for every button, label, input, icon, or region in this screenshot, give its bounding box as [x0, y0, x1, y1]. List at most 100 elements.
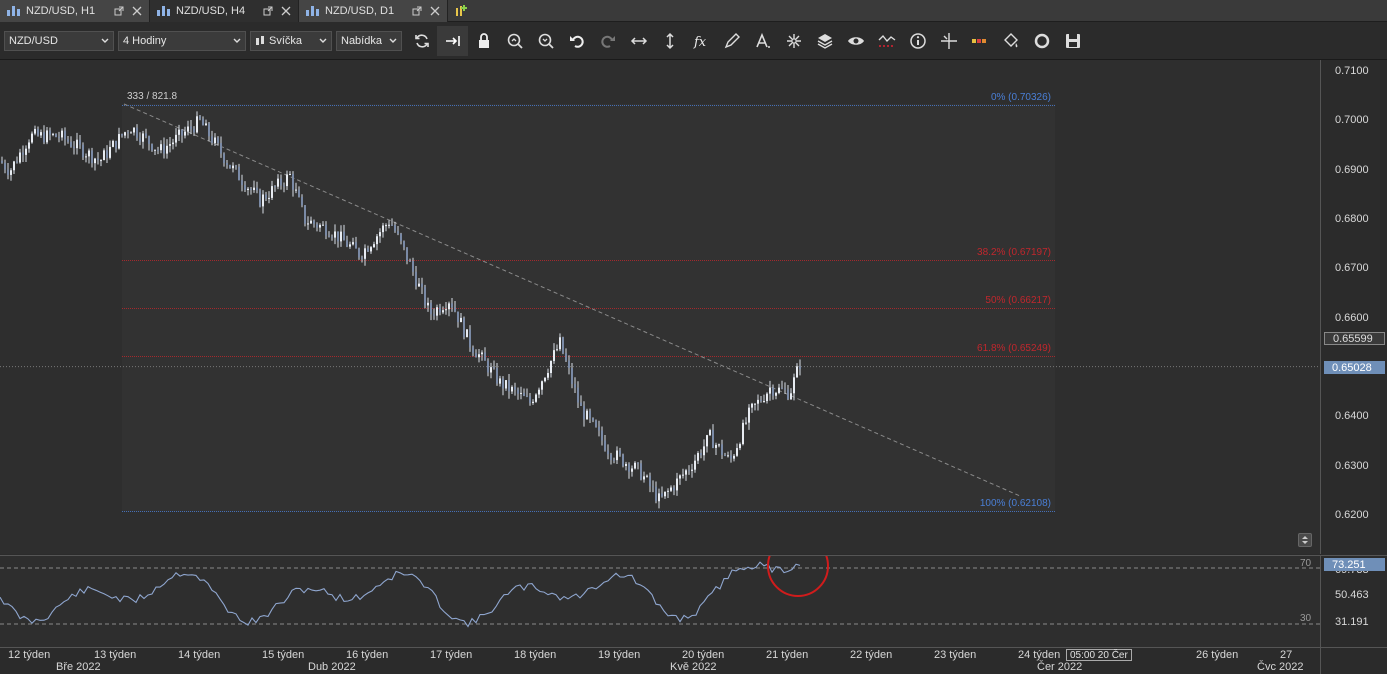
refresh-button[interactable] — [406, 26, 437, 56]
fill-button[interactable] — [995, 26, 1026, 56]
time-axis[interactable]: 12 týden 13 týden 14 týden 15 týden 16 týden… — [0, 647, 1320, 674]
undo-button[interactable] — [561, 26, 592, 56]
close-icon[interactable] — [429, 5, 441, 17]
price-side-select[interactable]: Nabídka — [336, 30, 402, 51]
crosshair-button[interactable] — [933, 26, 964, 56]
candle-body — [373, 244, 375, 248]
candlestick-icon — [256, 35, 264, 45]
candle-body — [343, 231, 345, 241]
candle-body — [187, 126, 189, 132]
week-label: 12 týden — [8, 649, 51, 661]
chart-type-select[interactable]: Svíčka — [250, 30, 332, 51]
undo-icon — [569, 35, 584, 48]
candle-body — [178, 129, 180, 135]
candle-body — [793, 377, 795, 394]
candle-body — [352, 242, 354, 245]
popout-icon[interactable] — [113, 5, 125, 17]
patterns-button[interactable] — [778, 26, 809, 56]
layers-button[interactable] — [809, 26, 840, 56]
zoom-out-button[interactable] — [530, 26, 561, 56]
candle-body — [403, 241, 405, 248]
candle-body — [217, 137, 219, 144]
view-button[interactable] — [840, 26, 871, 56]
candle-body — [52, 133, 54, 135]
candle-body — [304, 205, 306, 224]
tab-nzdusd-d1[interactable]: NZD/USD, D1 — [299, 0, 448, 22]
candle-body — [712, 430, 714, 448]
candle-body — [211, 136, 213, 144]
indicator-axis[interactable]: 69.733 73.251 50.463 31.191 — [1320, 555, 1387, 647]
candle-body — [616, 450, 618, 461]
shift-chart-button[interactable] — [437, 25, 468, 56]
candle-body — [364, 248, 366, 259]
scale-toggle-button[interactable] — [1298, 533, 1312, 547]
candle-body — [751, 403, 753, 408]
candle-body — [739, 444, 741, 449]
candle-body — [481, 352, 483, 355]
candle-body — [133, 127, 135, 133]
close-icon[interactable] — [280, 5, 292, 17]
info-button[interactable] — [902, 26, 933, 56]
horizontal-measure-button[interactable] — [623, 26, 654, 56]
candle-body — [79, 139, 81, 145]
candle-body — [754, 403, 756, 405]
candle-body — [721, 444, 723, 455]
candle-body — [442, 310, 444, 313]
candle-body — [310, 220, 312, 224]
candle-body — [385, 225, 387, 227]
add-chart-button[interactable] — [448, 0, 474, 22]
alerts-button[interactable] — [871, 26, 902, 56]
candle-body — [586, 410, 588, 420]
tab-nzdusd-h4[interactable]: NZD/USD, H4 — [150, 0, 299, 22]
candle-body — [274, 186, 276, 188]
layers-icon — [817, 33, 832, 49]
candle-body — [427, 302, 429, 306]
period-value: 4 Hodiny — [123, 34, 167, 47]
candle-body — [250, 188, 252, 191]
popout-icon[interactable] — [262, 5, 274, 17]
candle-body — [307, 223, 309, 225]
popout-icon[interactable] — [411, 5, 423, 17]
instrument-select[interactable]: NZD/USD — [4, 30, 114, 51]
candle-body — [112, 140, 114, 147]
tab-nzdusd-h1[interactable]: NZD/USD, H1 — [0, 0, 150, 22]
week-label: 21 týden — [766, 649, 809, 661]
close-icon[interactable] — [131, 5, 143, 17]
candle-body — [640, 463, 642, 480]
vertical-measure-button[interactable] — [654, 26, 685, 56]
ring-icon — [1034, 33, 1049, 48]
colors-button[interactable] — [964, 26, 995, 56]
candle-body — [175, 134, 177, 143]
indicator-panel[interactable]: 70 30 — [0, 555, 1320, 647]
lock-button[interactable] — [468, 26, 499, 56]
candle-body — [268, 197, 270, 199]
candlestick-icon — [6, 5, 20, 17]
candle-body — [154, 149, 156, 151]
price-axis[interactable]: 0.7100 0.7000 0.6900 0.6800 0.6700 0.6600 0.64… — [1320, 60, 1387, 554]
candle-body — [301, 196, 303, 206]
candle-body — [577, 387, 579, 403]
price-chart[interactable]: 333 / 821.8 0% (0.70326) 38.2% (0.67197) 5… — [0, 60, 1320, 554]
candle-body — [694, 460, 696, 470]
text-button[interactable] — [747, 26, 778, 56]
candle-body — [715, 444, 717, 448]
chevron-down-icon — [319, 38, 327, 43]
period-select[interactable]: 4 Hodiny — [118, 30, 246, 51]
candle-body — [520, 392, 522, 394]
indicators-button[interactable]: fx — [685, 26, 716, 56]
candle-body — [181, 129, 183, 136]
template-button[interactable] — [1026, 26, 1057, 56]
tab-label: NZD/USD, D1 — [325, 5, 395, 17]
candle-body — [157, 149, 159, 151]
redo-button[interactable] — [592, 26, 623, 56]
candle-body — [736, 448, 738, 456]
candle-body — [643, 476, 645, 480]
candle-body — [277, 178, 279, 187]
save-icon — [1065, 33, 1080, 48]
save-button[interactable] — [1057, 26, 1088, 56]
draw-button[interactable] — [716, 26, 747, 56]
candle-body — [772, 387, 774, 396]
candle-body — [19, 152, 21, 163]
candle-body — [406, 247, 408, 261]
zoom-in-button[interactable] — [499, 26, 530, 56]
